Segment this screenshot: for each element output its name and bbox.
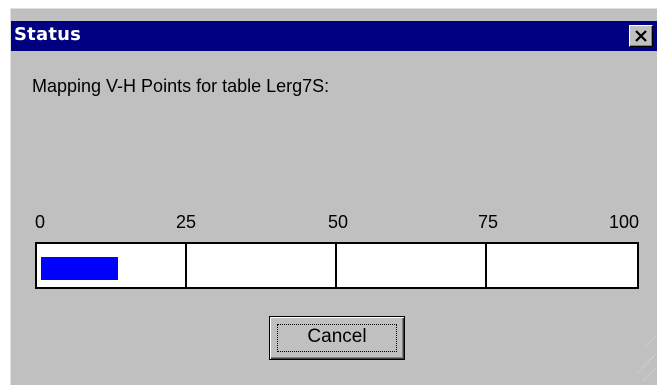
progress-divider (335, 244, 337, 287)
status-dialog: Status Mapping V-H Points for table Lerg… (10, 8, 657, 385)
title-bar[interactable]: Status (11, 21, 657, 51)
progress-divider (485, 244, 487, 287)
tick-label: 100 (609, 212, 640, 232)
progress-scale: 0 25 50 75 100 (11, 211, 657, 235)
close-icon (635, 30, 647, 42)
close-button[interactable] (629, 25, 653, 47)
progress-fill (41, 257, 118, 280)
cancel-button-label: Cancel (307, 326, 367, 347)
tick-label: 50 (328, 212, 349, 232)
progress-divider (185, 244, 187, 287)
dialog-title: Status (14, 24, 82, 45)
resize-grip-icon[interactable] (617, 325, 657, 385)
status-message: Mapping V-H Points for table Lerg7S: (32, 76, 330, 96)
tick-label: 25 (176, 212, 197, 232)
cancel-button[interactable]: Cancel (269, 316, 405, 360)
tick-label: 75 (478, 212, 499, 232)
tick-label: 0 (35, 212, 46, 232)
progress-bar (35, 242, 639, 289)
